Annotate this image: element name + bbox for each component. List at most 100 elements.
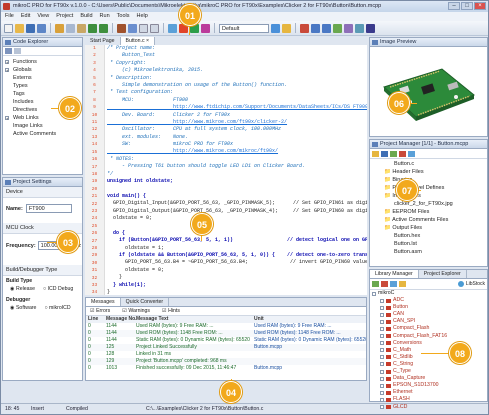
open-folder-icon[interactable] <box>15 23 24 33</box>
library-checkbox[interactable] <box>380 341 384 346</box>
code-line[interactable]: Oscillator: CPU at full system clock, 10… <box>107 126 365 133</box>
line-number[interactable]: 2 <box>85 52 104 59</box>
find-icon[interactable] <box>117 23 126 33</box>
device-section[interactable]: Device <box>3 187 82 198</box>
usart-terminal-icon[interactable] <box>344 23 353 33</box>
project-folder-eeprom[interactable]: 📁 EEPROM Files <box>370 208 487 216</box>
tree-item-globals[interactable]: + Globals <box>3 66 82 74</box>
sort-icon[interactable] <box>5 48 12 54</box>
restore-icon[interactable] <box>390 281 397 287</box>
run-icon[interactable] <box>282 23 291 33</box>
line-number[interactable]: 8 <box>85 97 104 104</box>
line-number[interactable]: 34 <box>85 289 104 295</box>
line-number[interactable]: 13 <box>85 134 104 141</box>
library-checkbox[interactable] <box>380 362 384 367</box>
ascii-chart-icon[interactable] <box>333 23 342 33</box>
code-line[interactable]: * NOTES: <box>107 156 365 163</box>
build-debugger-section[interactable]: Build/Debugger Type <box>3 265 82 276</box>
code-line[interactable]: * Description: <box>107 75 365 82</box>
library-checkbox[interactable] <box>380 305 384 310</box>
library-checkbox[interactable] <box>380 383 384 388</box>
library-item[interactable]: C_Type <box>370 368 487 375</box>
library-item[interactable]: CAN_SPI <box>370 318 487 325</box>
line-number[interactable]: 5 <box>85 75 104 82</box>
library-item[interactable]: C_String <box>370 361 487 368</box>
code-line[interactable]: (c) Mikroelektronika, 2015. <box>107 67 365 74</box>
code-line[interactable]: GPIO_PORT_56_63.B4 = ~GPIO_PORT_56_63.B4… <box>107 259 367 266</box>
software-radio[interactable]: ◉ Software <box>10 305 36 311</box>
library-item[interactable]: Conversions <box>370 340 487 347</box>
step-over-icon[interactable] <box>322 23 331 33</box>
build-icon[interactable] <box>168 23 177 33</box>
library-item[interactable]: ADC <box>370 297 487 304</box>
line-number[interactable]: 18 <box>85 171 104 178</box>
tree-item-externs[interactable]: Externs <box>3 74 82 82</box>
save-libs-icon[interactable] <box>399 281 406 287</box>
library-checkbox[interactable] <box>380 327 384 332</box>
line-number[interactable]: 15 <box>85 149 104 156</box>
library-item[interactable]: Button <box>370 304 487 311</box>
library-checkbox[interactable] <box>380 376 384 381</box>
library-checkbox[interactable] <box>380 405 384 410</box>
code-line[interactable]: - Pressing T61 button should toggle LED … <box>107 163 365 170</box>
tab-quick-converter[interactable]: Quick Converter <box>121 298 170 306</box>
libstock-button[interactable]: LibStock <box>457 281 485 287</box>
code-line[interactable]: void main() { <box>107 193 365 200</box>
line-number[interactable]: 28 <box>85 245 104 252</box>
line-number[interactable]: 1 <box>85 45 104 52</box>
project-folder-output-files[interactable]: 📁 Output Files <box>370 224 487 232</box>
line-number[interactable]: 23 <box>85 208 104 215</box>
line-number[interactable]: 4 <box>85 67 104 74</box>
code-line[interactable]: http://www.mikroe.com/ft90x/clicker-2/ <box>107 119 365 126</box>
line-number[interactable]: 10 <box>85 112 104 119</box>
release-radio[interactable]: ◉ Release <box>10 286 35 292</box>
library-root[interactable]: mikroC <box>370 290 487 297</box>
line-number[interactable]: 20 <box>85 186 104 193</box>
project-folder-defines[interactable]: 📁 Project Level Defines <box>370 184 487 192</box>
cut-icon[interactable] <box>55 23 64 33</box>
line-number[interactable]: 25 <box>85 223 104 230</box>
stack-icon[interactable] <box>271 23 280 33</box>
code-line[interactable]: http://www.ftdichip.com/Support/Document… <box>107 104 367 111</box>
tab-start-page[interactable]: Start Page <box>85 37 121 45</box>
code-line[interactable]: Button_Test <box>107 52 365 59</box>
library-item[interactable]: CAN <box>370 311 487 318</box>
code-line[interactable]: * Copyright: <box>107 60 365 67</box>
code-line[interactable]: oldstate = 0; <box>107 267 365 274</box>
project-file-button-c[interactable]: Button.c <box>370 160 487 168</box>
tab-messages[interactable]: Messages <box>86 298 121 306</box>
code-line[interactable]: http://www.mikroe.com/mikroc/ft90x/ <box>107 148 365 155</box>
menu-edit[interactable]: Edit <box>21 12 30 21</box>
help-icon[interactable] <box>366 23 375 33</box>
remove-file-icon[interactable] <box>399 151 406 157</box>
library-checkbox[interactable] <box>380 355 384 360</box>
hints-filter[interactable]: ☑ Hints <box>162 307 180 315</box>
options-icon[interactable] <box>201 23 210 33</box>
line-number[interactable]: 31 <box>85 267 104 274</box>
message-row[interactable]: 0 1013 Finished successfully: 09 Dec 2015,… <box>86 365 366 372</box>
indent-icon[interactable] <box>139 23 148 33</box>
code-line[interactable]: Simple demonstration on usage of the But… <box>107 82 365 89</box>
code-line[interactable]: ext. modules: None. <box>107 134 365 141</box>
library-checkbox[interactable] <box>380 390 384 395</box>
open-project-icon[interactable] <box>372 151 379 157</box>
tree-item-active-comments[interactable]: Active Comments <box>3 130 82 138</box>
step-into-icon[interactable] <box>311 23 320 33</box>
menu-build[interactable]: Build <box>80 12 92 21</box>
tab-button-c[interactable]: Button.c × <box>120 37 156 45</box>
library-checkbox[interactable] <box>380 369 384 374</box>
redo-icon[interactable] <box>99 23 108 33</box>
line-number[interactable]: 27 <box>85 238 104 245</box>
message-row[interactable]: 0 1144 Static RAM (bytes): 0 Dynamic RAM (… <box>86 337 366 344</box>
save-project-icon[interactable] <box>381 151 388 157</box>
library-checkbox[interactable] <box>380 397 384 402</box>
library-checkbox[interactable] <box>380 319 384 324</box>
close-button[interactable]: × <box>474 2 486 10</box>
message-row[interactable]: 0 1144 Used RAM (bytes): 9 Free RAM: ... Us… <box>86 323 366 330</box>
new-file-icon[interactable] <box>4 23 13 33</box>
code-line[interactable]: /* Project name: <box>107 45 365 52</box>
message-row[interactable]: 0 128 Linked in 31 ms <box>86 351 366 358</box>
line-number[interactable]: 11 <box>85 119 104 126</box>
line-number[interactable]: 26 <box>85 230 104 237</box>
library-checkbox[interactable] <box>380 298 384 303</box>
